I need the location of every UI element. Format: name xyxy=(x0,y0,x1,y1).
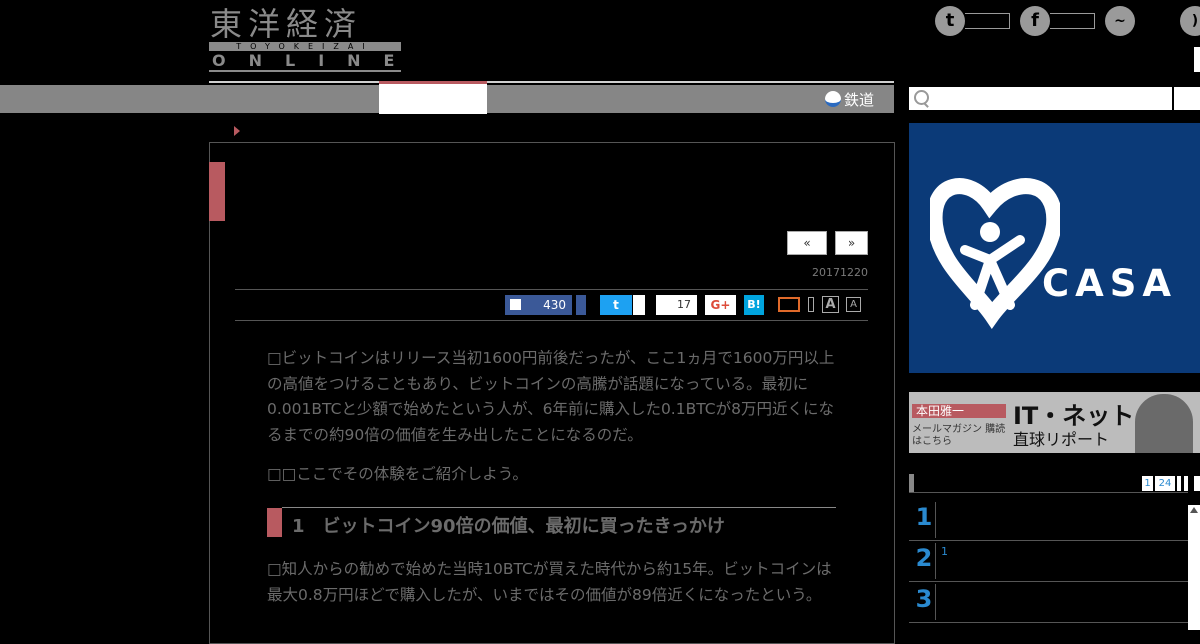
rank-divider xyxy=(935,584,936,620)
banner-mail: メールマガジン 購読はこちら xyxy=(912,424,1006,447)
ranking-tab-4[interactable] xyxy=(1184,476,1188,491)
share-divider-bottom xyxy=(235,320,868,321)
article-date: 20171220 xyxy=(812,266,868,279)
ranking-scrollbar[interactable] xyxy=(1188,505,1200,630)
twitter-count-box xyxy=(965,13,1010,29)
facebook-share-stub[interactable] xyxy=(576,295,586,315)
logo-rule xyxy=(209,70,401,72)
logo-online: ONLINE xyxy=(212,51,418,70)
heading-accent-bar xyxy=(267,508,282,537)
title-accent-bar xyxy=(209,162,225,221)
article-paragraph-2: □□ここでその体験をご紹介しよう。 xyxy=(267,465,528,483)
thumbs-up-icon xyxy=(510,299,521,310)
twitter-count: 17 xyxy=(656,295,697,315)
train-icon xyxy=(825,91,841,107)
article-paragraph-3: □知人からの勧めで始めた当時10BTCが買えた時代から約15年。ビットコインは最… xyxy=(267,560,832,604)
ranking-header-bar xyxy=(909,474,914,492)
ranking-item[interactable]: 3 xyxy=(909,582,1188,623)
ranking-tab-5[interactable] xyxy=(1194,476,1200,491)
font-size-small-button[interactable]: A xyxy=(846,297,861,312)
rank-divider xyxy=(935,502,936,538)
rank-divider xyxy=(935,543,936,579)
logo-band: TOYOKEIZAI xyxy=(209,42,401,51)
google-plus-button[interactable]: G+ xyxy=(705,295,736,315)
mail-icon[interactable] xyxy=(778,297,800,312)
search-icon xyxy=(914,90,929,105)
casa-heart-logo-icon xyxy=(930,178,1060,329)
rank-number: 2 xyxy=(915,544,933,572)
ranking-tab-3[interactable] xyxy=(1177,476,1181,491)
article-paragraph-1: □ビットコインはリリース当初1600円前後だったが、ここ1ヵ月で1600万円以上… xyxy=(267,349,835,444)
hatena-bookmark-button[interactable]: B! xyxy=(744,295,764,315)
print-icon[interactable] xyxy=(808,297,814,312)
ranking-tab-1[interactable]: 1 xyxy=(1142,476,1153,491)
rank-number: 1 xyxy=(915,503,933,531)
ranking-item[interactable]: 1 xyxy=(909,500,1188,541)
ranking-item[interactable]: 2 1 xyxy=(909,541,1188,582)
ranking-tab-24[interactable]: 24 xyxy=(1155,476,1175,491)
heading-rule xyxy=(282,507,836,508)
font-size-large-button[interactable]: A xyxy=(822,296,839,313)
next-page-button[interactable]: » xyxy=(835,231,868,255)
logo-japanese[interactable]: 東洋経済 xyxy=(210,6,362,42)
breadcrumb-arrow-icon xyxy=(234,126,240,136)
rank-number: 3 xyxy=(915,585,933,613)
nav-tab-active[interactable] xyxy=(379,81,487,114)
banner-author: 本田雅一 xyxy=(912,404,1006,418)
rss-icon[interactable]: ) xyxy=(1180,6,1200,36)
twitter-icon[interactable]: t xyxy=(935,6,965,36)
banner-subtitle: 直球リポート xyxy=(1013,430,1110,449)
ranking-rule xyxy=(909,492,1188,493)
messenger-icon[interactable]: ~ xyxy=(1105,6,1135,36)
rank-text: 1 xyxy=(941,545,948,558)
like-count: 430 xyxy=(543,298,566,312)
twitter-share-stub[interactable] xyxy=(633,295,645,315)
facebook-count-box xyxy=(1050,13,1095,29)
search-button[interactable] xyxy=(1174,87,1200,110)
nav-rail-link[interactable]: 鉄道 xyxy=(825,88,874,110)
section-heading: 1 ビットコイン90倍の価値、最初に買ったきっかけ xyxy=(292,516,725,537)
nav-rail-label: 鉄道 xyxy=(844,90,875,109)
twitter-share-button[interactable]: t xyxy=(600,295,632,315)
scroll-up-icon[interactable] xyxy=(1190,507,1198,513)
prev-page-button[interactable]: « xyxy=(787,231,827,255)
nav-topline xyxy=(209,81,894,83)
share-divider-top xyxy=(235,289,868,290)
facebook-icon[interactable]: f xyxy=(1020,6,1050,36)
header-edge xyxy=(1194,47,1200,72)
casa-wordmark: CASA xyxy=(1042,262,1178,305)
search-input[interactable] xyxy=(909,87,1172,110)
author-avatar xyxy=(1135,394,1193,453)
